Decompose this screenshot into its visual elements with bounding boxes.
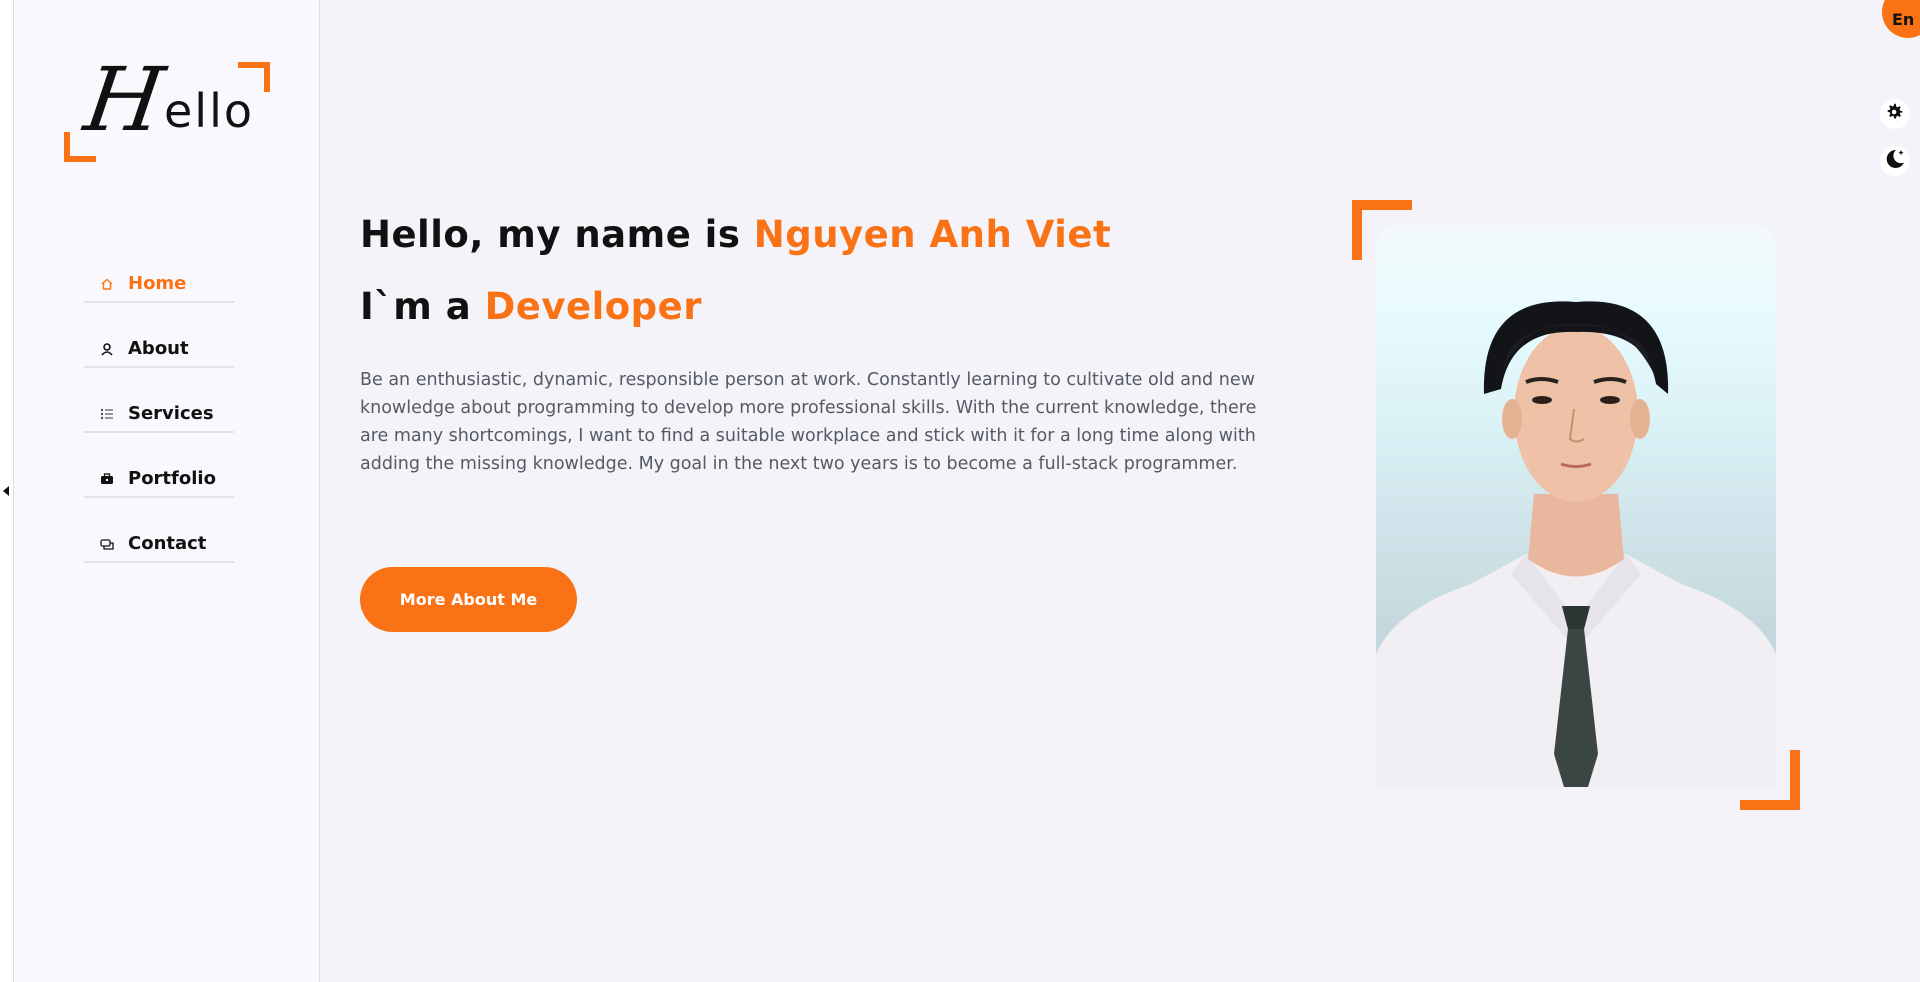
nav-item-contact[interactable]: Contact — [84, 530, 234, 563]
profile-photo — [1376, 224, 1776, 787]
nav-label-services: Services — [128, 403, 214, 424]
home-icon — [100, 277, 114, 291]
hero-description: Be an enthusiastic, dynamic, responsible… — [360, 370, 1257, 474]
user-icon — [100, 342, 114, 356]
settings-button[interactable] — [1880, 99, 1910, 129]
nav-item-home[interactable]: Home — [84, 270, 234, 303]
nav-label-about: About — [128, 338, 189, 359]
gear-icon — [1884, 101, 1906, 127]
moon-icon — [1883, 147, 1907, 175]
photo-frame-bottom-right — [1740, 750, 1800, 810]
list-icon — [100, 407, 114, 421]
left-strip — [0, 0, 14, 982]
nav-label-home: Home — [128, 273, 187, 294]
hero-section: Hello, my name is Nguyen Anh Viet I`m a … — [360, 210, 1290, 478]
logo-initial: H — [78, 48, 171, 151]
hero-role: Developer — [484, 285, 703, 328]
hero-heading: Hello, my name is Nguyen Anh Viet — [360, 210, 1290, 260]
chat-icon — [100, 537, 114, 551]
nav-label-portfolio: Portfolio — [128, 468, 216, 489]
greeting-text: Hello, my name is — [360, 213, 754, 256]
more-about-me-button[interactable]: More About Me — [360, 567, 577, 632]
role-prefix: I`m a — [360, 285, 485, 328]
hero-role-heading: I`m a Developer — [360, 282, 1290, 332]
nav-label-contact: Contact — [128, 533, 207, 554]
hero-name: Nguyen Anh Viet — [753, 213, 1112, 256]
logo-text: ello — [164, 84, 255, 138]
nav-item-portfolio[interactable]: Portfolio — [84, 465, 234, 498]
nav-item-services[interactable]: Services — [84, 400, 234, 433]
collapse-arrow-icon[interactable] — [3, 486, 9, 496]
briefcase-icon — [100, 472, 114, 486]
logo[interactable]: H ello — [64, 48, 270, 162]
nav-item-about[interactable]: About — [84, 335, 234, 368]
main-nav: Home About Services Portfolio Contact — [84, 270, 234, 595]
theme-toggle-button[interactable] — [1880, 146, 1910, 176]
language-toggle-button[interactable]: En — [1882, 0, 1920, 38]
sidebar: H ello Home About Services Portfolio Con… — [14, 0, 320, 982]
